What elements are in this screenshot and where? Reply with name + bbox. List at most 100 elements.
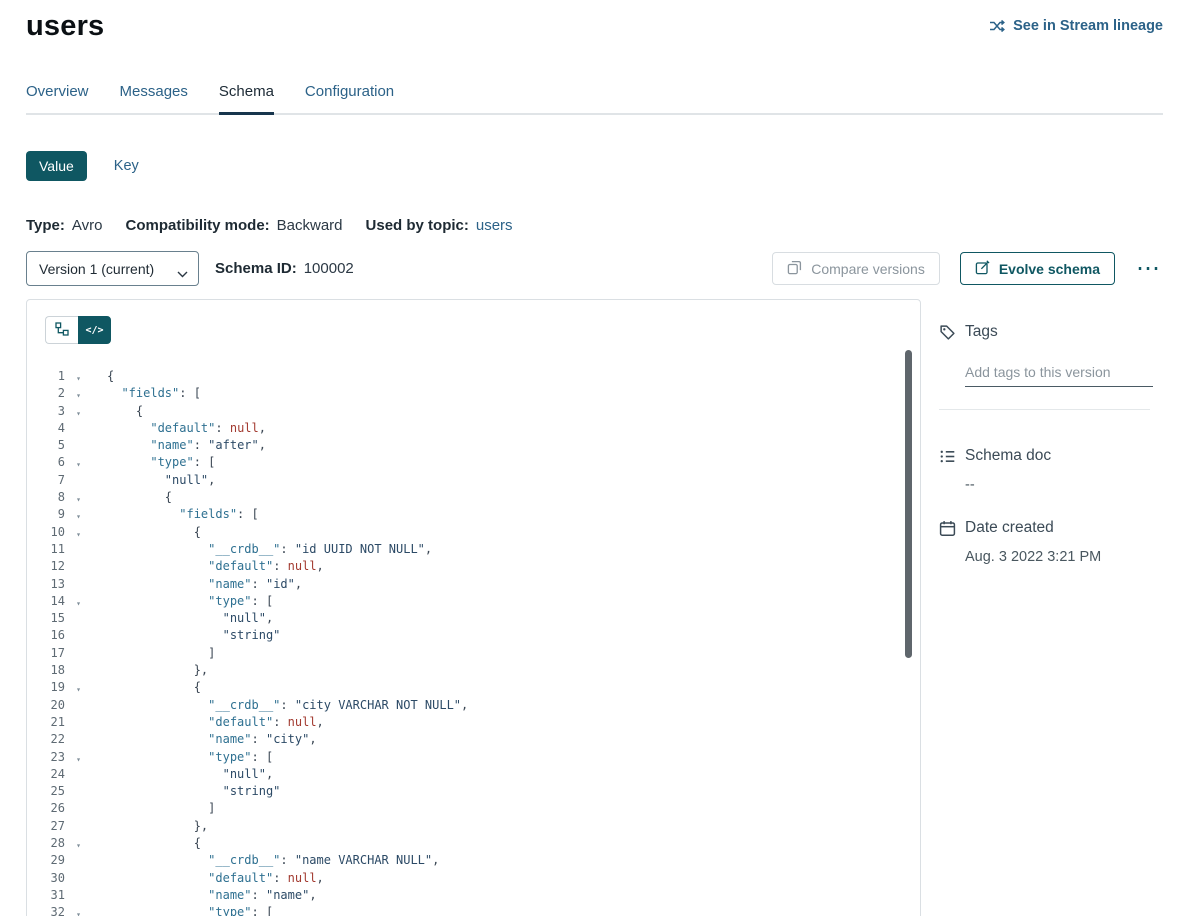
line-number: 30 [27,870,85,887]
line-number: 11 [27,541,85,558]
date-created-heading: Date created [965,519,1054,537]
key-toggle-button[interactable]: Key [114,158,139,174]
more-options-button[interactable]: ⋯ [1134,259,1163,279]
page-title: users [26,10,104,43]
line-number: 7 [27,472,85,489]
code-line: "name": "city", [107,731,468,748]
versions-icon [787,260,802,278]
code-lines: { "fields": [ { "default": null, "name":… [85,368,468,916]
compare-versions-button[interactable]: Compare versions [772,252,940,285]
line-number: 21 [27,714,85,731]
code-line: { [107,835,468,852]
tag-icon [939,324,956,341]
code-area: 1▾2▾3▾456▾78▾9▾10▾11121314▾1516171819▾20… [27,368,920,916]
line-number: 24 [27,766,85,783]
sidebar-divider [939,409,1150,410]
schema-id-value: 100002 [304,260,354,277]
code-line: "default": null, [107,714,468,731]
date-created-header: Date created [939,519,1163,537]
code-scrollbar-thumb[interactable] [905,350,912,658]
line-number: 32▾ [27,904,85,916]
line-number: 31 [27,887,85,904]
code-line: { [107,489,468,506]
evolve-schema-button[interactable]: Evolve schema [960,252,1115,285]
value-toggle-button[interactable]: Value [26,151,87,181]
date-created-section: Date created Aug. 3 2022 3:21 PM [939,519,1163,565]
page-header: users See in Stream lineage [26,0,1163,43]
edit-schema-icon [975,260,990,278]
code-line: "type": [ [107,904,468,916]
tree-view-icon [55,322,69,339]
code-line: "default": null, [107,558,468,575]
tab-messages[interactable]: Messages [120,83,188,113]
line-number: 15 [27,610,85,627]
tags-section: Tags [939,323,1163,410]
topic-link[interactable]: users [476,217,513,234]
code-line: "null", [107,766,468,783]
code-line: }, [107,818,468,835]
schema-doc-header: Schema doc [939,447,1163,465]
version-select[interactable]: Version 1 (current) [26,251,199,286]
calendar-icon [939,520,956,537]
code-line: "type": [ [107,454,468,471]
tags-header: Tags [939,323,1163,341]
code-line: "default": null, [107,420,468,437]
code-line: { [107,368,468,385]
line-number: 16 [27,627,85,644]
line-number: 4 [27,420,85,437]
code-line: "type": [ [107,593,468,610]
tree-view-button[interactable] [45,316,78,344]
line-number: 9▾ [27,506,85,523]
type-value: Avro [72,217,103,234]
line-number: 2▾ [27,385,85,402]
line-number: 12 [27,558,85,575]
tags-input[interactable] [965,362,1153,387]
code-line: }, [107,662,468,679]
code-line: "fields": [ [107,506,468,523]
line-number: 3▾ [27,403,85,420]
line-number: 22 [27,731,85,748]
tab-configuration[interactable]: Configuration [305,83,394,113]
line-number: 5 [27,437,85,454]
code-line: { [107,679,468,696]
schema-doc-section: Schema doc -- [939,447,1163,493]
line-number: 27 [27,818,85,835]
line-number: 14▾ [27,593,85,610]
line-number: 18 [27,662,85,679]
tab-schema[interactable]: Schema [219,83,274,113]
tabs-bar: Overview Messages Schema Configuration [26,83,1163,115]
line-number: 29 [27,852,85,869]
code-line: { [107,403,468,420]
main-content: </> 1▾2▾3▾456▾78▾9▾10▾11121314▾151617181… [26,299,1163,916]
schema-doc-heading: Schema doc [965,447,1051,465]
code-gutter: 1▾2▾3▾456▾78▾9▾10▾11121314▾1516171819▾20… [27,368,85,916]
topic-label: Used by topic: [366,217,469,234]
schema-meta-row: Type: Avro Compatibility mode: Backward … [26,217,1163,234]
code-line: "string" [107,783,468,800]
code-line: "string" [107,627,468,644]
tab-overview[interactable]: Overview [26,83,89,113]
code-line: "null", [107,610,468,627]
fold-toggle-icon[interactable]: ▾ [76,906,81,916]
line-number: 6▾ [27,454,85,471]
code-line: "fields": [ [107,385,468,402]
schema-doc-value: -- [965,477,1163,493]
line-number: 19▾ [27,679,85,696]
code-line: "name": "name", [107,887,468,904]
stream-lineage-link[interactable]: See in Stream lineage [989,18,1163,34]
page-root: users See in Stream lineage Overview Mes… [0,0,1189,916]
schema-sidebar: Tags Schema doc [921,299,1163,565]
schema-id-label: Schema ID: [215,260,297,277]
line-number: 25 [27,783,85,800]
line-number: 1▾ [27,368,85,385]
line-number: 26 [27,800,85,817]
compatibility-label: Compatibility mode: [125,217,269,234]
stream-lineage-label: See in Stream lineage [1013,18,1163,34]
code-line: ] [107,800,468,817]
doc-list-icon [939,448,956,465]
code-view-button[interactable]: </> [78,316,111,344]
line-number: 8▾ [27,489,85,506]
code-toolbar: </> [45,316,920,344]
code-view-icon: </> [85,325,103,336]
code-line: "__crdb__": "name VARCHAR NULL", [107,852,468,869]
